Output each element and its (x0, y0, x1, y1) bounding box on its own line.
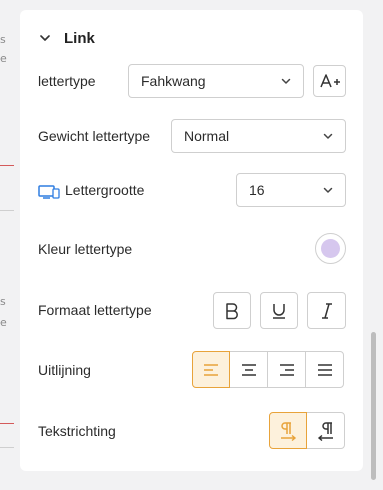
strip-guideline (0, 423, 14, 424)
font-weight-select[interactable]: Normal (171, 119, 346, 153)
font-family-value: Fahkwang (141, 73, 206, 89)
font-color-dot (321, 239, 340, 258)
scrollbar[interactable] (371, 332, 376, 480)
background-editor-strip: s e s e (0, 0, 19, 490)
bold-icon (226, 302, 238, 319)
rtl-icon (317, 421, 333, 441)
font-color-label: Kleur lettertype (38, 241, 133, 257)
text-direction-label: Tekstrichting (38, 423, 116, 439)
font-color-swatch[interactable] (315, 233, 346, 264)
chevron-down-icon (281, 78, 291, 84)
font-family-select[interactable]: Fahkwang (128, 64, 304, 98)
style-panel: Link lettertype Fahkwang Gewicht lettert… (20, 10, 363, 471)
add-font-button[interactable] (313, 65, 346, 97)
align-center-button[interactable] (229, 351, 268, 388)
italic-icon (321, 302, 332, 319)
font-family-label: lettertype (38, 73, 96, 89)
font-weight-label: Gewicht lettertype (38, 128, 151, 144)
alignment-label: Uitlijning (38, 362, 91, 378)
align-right-button[interactable] (267, 351, 306, 388)
font-format-label: Formaat lettertype (38, 302, 152, 318)
font-size-select[interactable]: 16 (236, 173, 346, 207)
alignment-group (192, 351, 344, 388)
section-header-link[interactable]: Link (40, 28, 95, 48)
rtl-button[interactable] (306, 412, 345, 449)
underline-button[interactable] (260, 292, 298, 329)
strip-guideline (0, 447, 14, 448)
chevron-down-icon (323, 133, 333, 139)
italic-button[interactable] (307, 292, 346, 329)
ltr-icon (281, 421, 297, 441)
align-justify-icon (317, 363, 332, 376)
bold-button[interactable] (213, 292, 251, 329)
chevron-down-icon (40, 35, 50, 41)
font-add-icon (319, 74, 340, 88)
align-justify-button[interactable] (305, 351, 344, 388)
strip-guideline (0, 165, 14, 166)
strip-mark: s (0, 33, 6, 46)
font-size-value: 16 (249, 182, 265, 198)
align-center-icon (241, 363, 256, 376)
align-left-icon (204, 363, 218, 376)
strip-mark: e (0, 52, 7, 65)
underline-icon (273, 303, 285, 319)
desktop-device-icon[interactable] (38, 185, 60, 199)
align-right-icon (279, 363, 294, 376)
section-title: Link (64, 29, 95, 47)
font-size-label: Lettergrootte (65, 182, 145, 198)
font-weight-value: Normal (184, 128, 230, 144)
ltr-button[interactable] (269, 412, 307, 449)
strip-guideline (0, 210, 14, 211)
align-left-button[interactable] (192, 351, 230, 388)
chevron-down-icon (323, 187, 333, 193)
strip-mark: e (0, 316, 7, 329)
strip-mark: s (0, 295, 6, 308)
text-direction-group (269, 412, 345, 449)
